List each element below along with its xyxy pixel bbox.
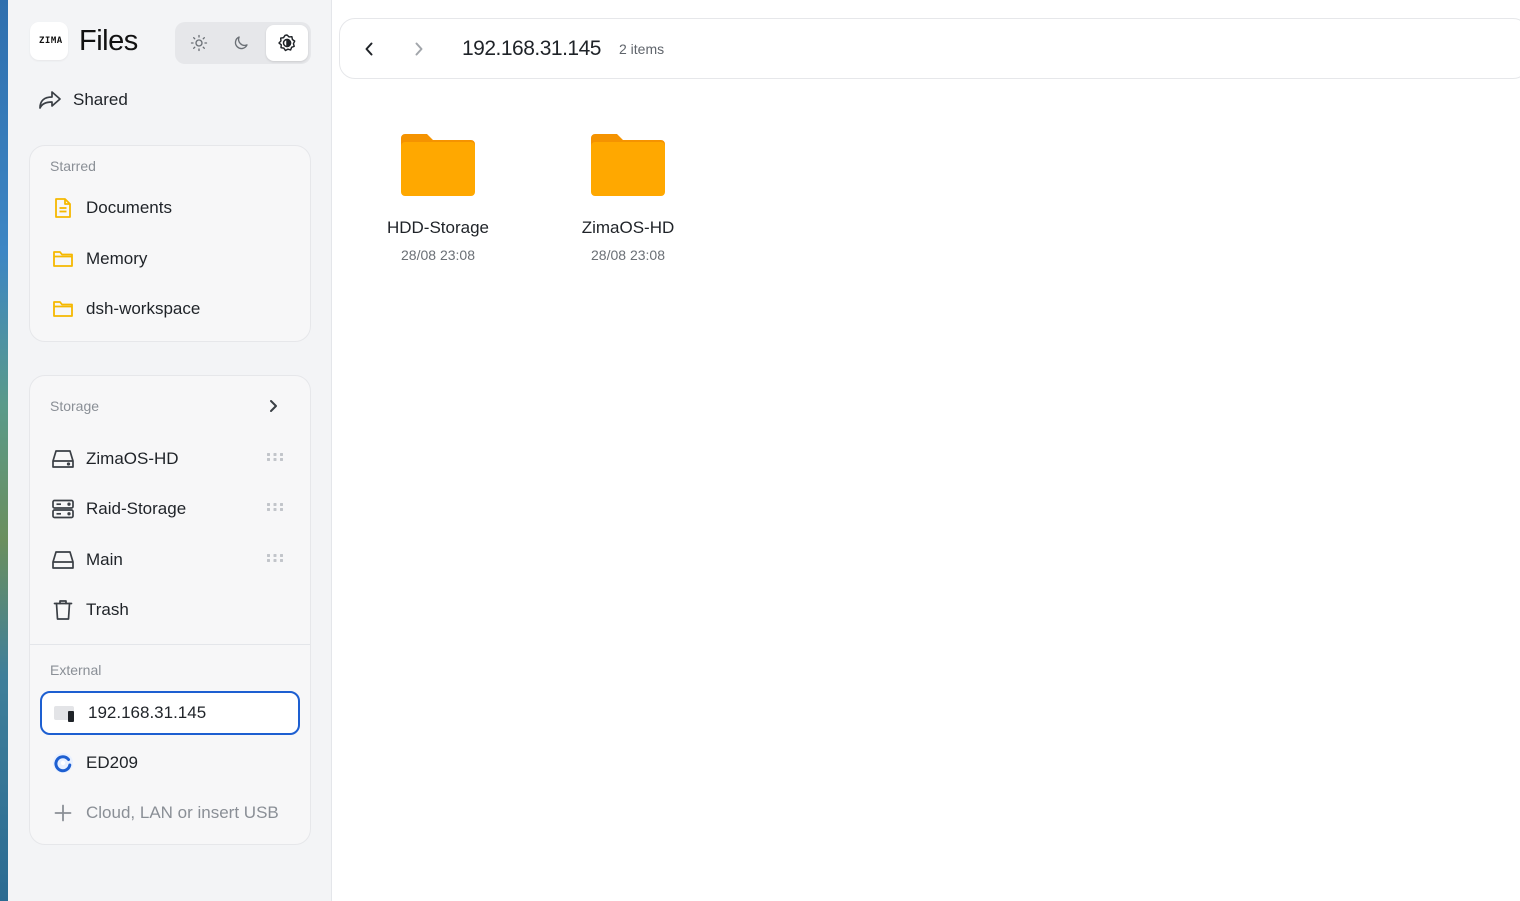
drive-icon — [51, 548, 75, 572]
drag-handle-icon[interactable] — [266, 553, 284, 563]
folder-icon — [591, 134, 665, 196]
drag-handle-icon[interactable] — [266, 452, 284, 462]
sidebar-item-label: Trash — [86, 600, 129, 619]
forward-button[interactable] — [404, 34, 434, 64]
theme-light-button[interactable] — [178, 25, 220, 61]
folder-icon — [51, 297, 75, 321]
path-toolbar: 192.168.31.145 2 items — [339, 18, 1520, 79]
drag-handle-icon[interactable] — [266, 502, 284, 512]
sidebar: ZIMA Files Shared Starred Documents Memo… — [8, 0, 332, 901]
sidebar-item-label: dsh-workspace — [86, 299, 201, 318]
starred-section-label: Starred — [50, 158, 96, 174]
file-name: HDD-Storage — [386, 218, 490, 237]
app-title: Files — [79, 24, 138, 57]
raid-icon — [51, 497, 75, 521]
sidebar-item-label: ZimaOS-HD — [86, 449, 179, 468]
plus-icon — [51, 801, 75, 825]
sidebar-item-shared[interactable]: Shared — [38, 86, 128, 114]
storage-section-label: Storage — [50, 398, 100, 414]
moon-icon — [235, 36, 249, 50]
item-count: 2 items — [618, 40, 665, 57]
back-button[interactable] — [354, 34, 384, 64]
add-external-storage-button[interactable]: Cloud, LAN or insert USB — [40, 791, 300, 835]
sidebar-item-label: Raid-Storage — [86, 499, 187, 518]
file-item[interactable]: HDD-Storage 28/08 23:08 — [358, 132, 518, 263]
file-date: 28/08 23:08 — [401, 247, 475, 263]
sidebar-item-memory[interactable]: Memory — [40, 237, 300, 281]
sidebar-item-label: Memory — [86, 249, 148, 268]
theme-system-button[interactable] — [265, 25, 308, 61]
sidebar-item-dsh-workspace[interactable]: dsh-workspace — [40, 287, 300, 331]
cloud-sync-icon — [51, 751, 75, 775]
trash-icon — [51, 598, 75, 622]
sidebar-item-main[interactable]: Main — [40, 538, 300, 582]
main-panel: 192.168.31.145 2 items HDD-Storage 28/08… — [333, 0, 1520, 901]
chevron-right-icon — [415, 42, 423, 55]
sidebar-item-trash[interactable]: Trash — [40, 588, 300, 632]
file-date: 28/08 23:08 — [591, 247, 665, 263]
sun-icon — [190, 34, 208, 52]
drive-icon — [51, 447, 75, 471]
add-external-label: Cloud, LAN or insert USB — [86, 803, 279, 822]
sidebar-item-zimaos-hd[interactable]: ZimaOS-HD — [40, 437, 300, 481]
desktop-wallpaper-edge — [0, 0, 8, 901]
chevron-left-icon — [365, 42, 373, 55]
sidebar-item-documents[interactable]: Documents — [40, 186, 300, 230]
sidebar-item-label: Main — [86, 550, 123, 569]
system-theme-icon — [278, 34, 296, 52]
theme-dark-button[interactable] — [220, 25, 262, 61]
current-path: 192.168.31.145 — [462, 36, 601, 60]
sidebar-item-raid-storage[interactable]: Raid-Storage — [40, 487, 300, 531]
app-logo-text: ZIMA — [39, 35, 63, 46]
sidebar-item-label: Documents — [86, 198, 172, 217]
app-logo: ZIMA — [30, 22, 68, 60]
section-divider — [30, 644, 310, 645]
theme-switcher — [175, 22, 311, 64]
folder-icon — [51, 247, 75, 271]
sidebar-item-label: 192.168.31.145 — [88, 703, 207, 722]
starred-section: Starred Documents Memory dsh-workspace — [29, 145, 311, 342]
share-arrow-icon — [39, 91, 61, 109]
brand: ZIMA Files — [30, 22, 138, 60]
storage-expand-chevron-icon[interactable] — [264, 396, 284, 416]
file-item[interactable]: ZimaOS-HD 28/08 23:08 — [548, 132, 708, 263]
folder-icon — [401, 134, 475, 196]
file-name: ZimaOS-HD — [581, 218, 675, 237]
sidebar-item-shared-label: Shared — [73, 90, 128, 109]
sidebar-item-label: ED209 — [86, 753, 138, 772]
external-section-label: External — [50, 662, 102, 678]
sidebar-item-ed209[interactable]: ED209 — [40, 741, 300, 785]
document-icon — [51, 196, 75, 220]
network-share-icon — [53, 701, 77, 725]
storage-section: Storage ZimaOS-HD Raid-Storage Main Tras… — [29, 375, 311, 845]
sidebar-item-network-share[interactable]: 192.168.31.145 — [40, 691, 300, 735]
